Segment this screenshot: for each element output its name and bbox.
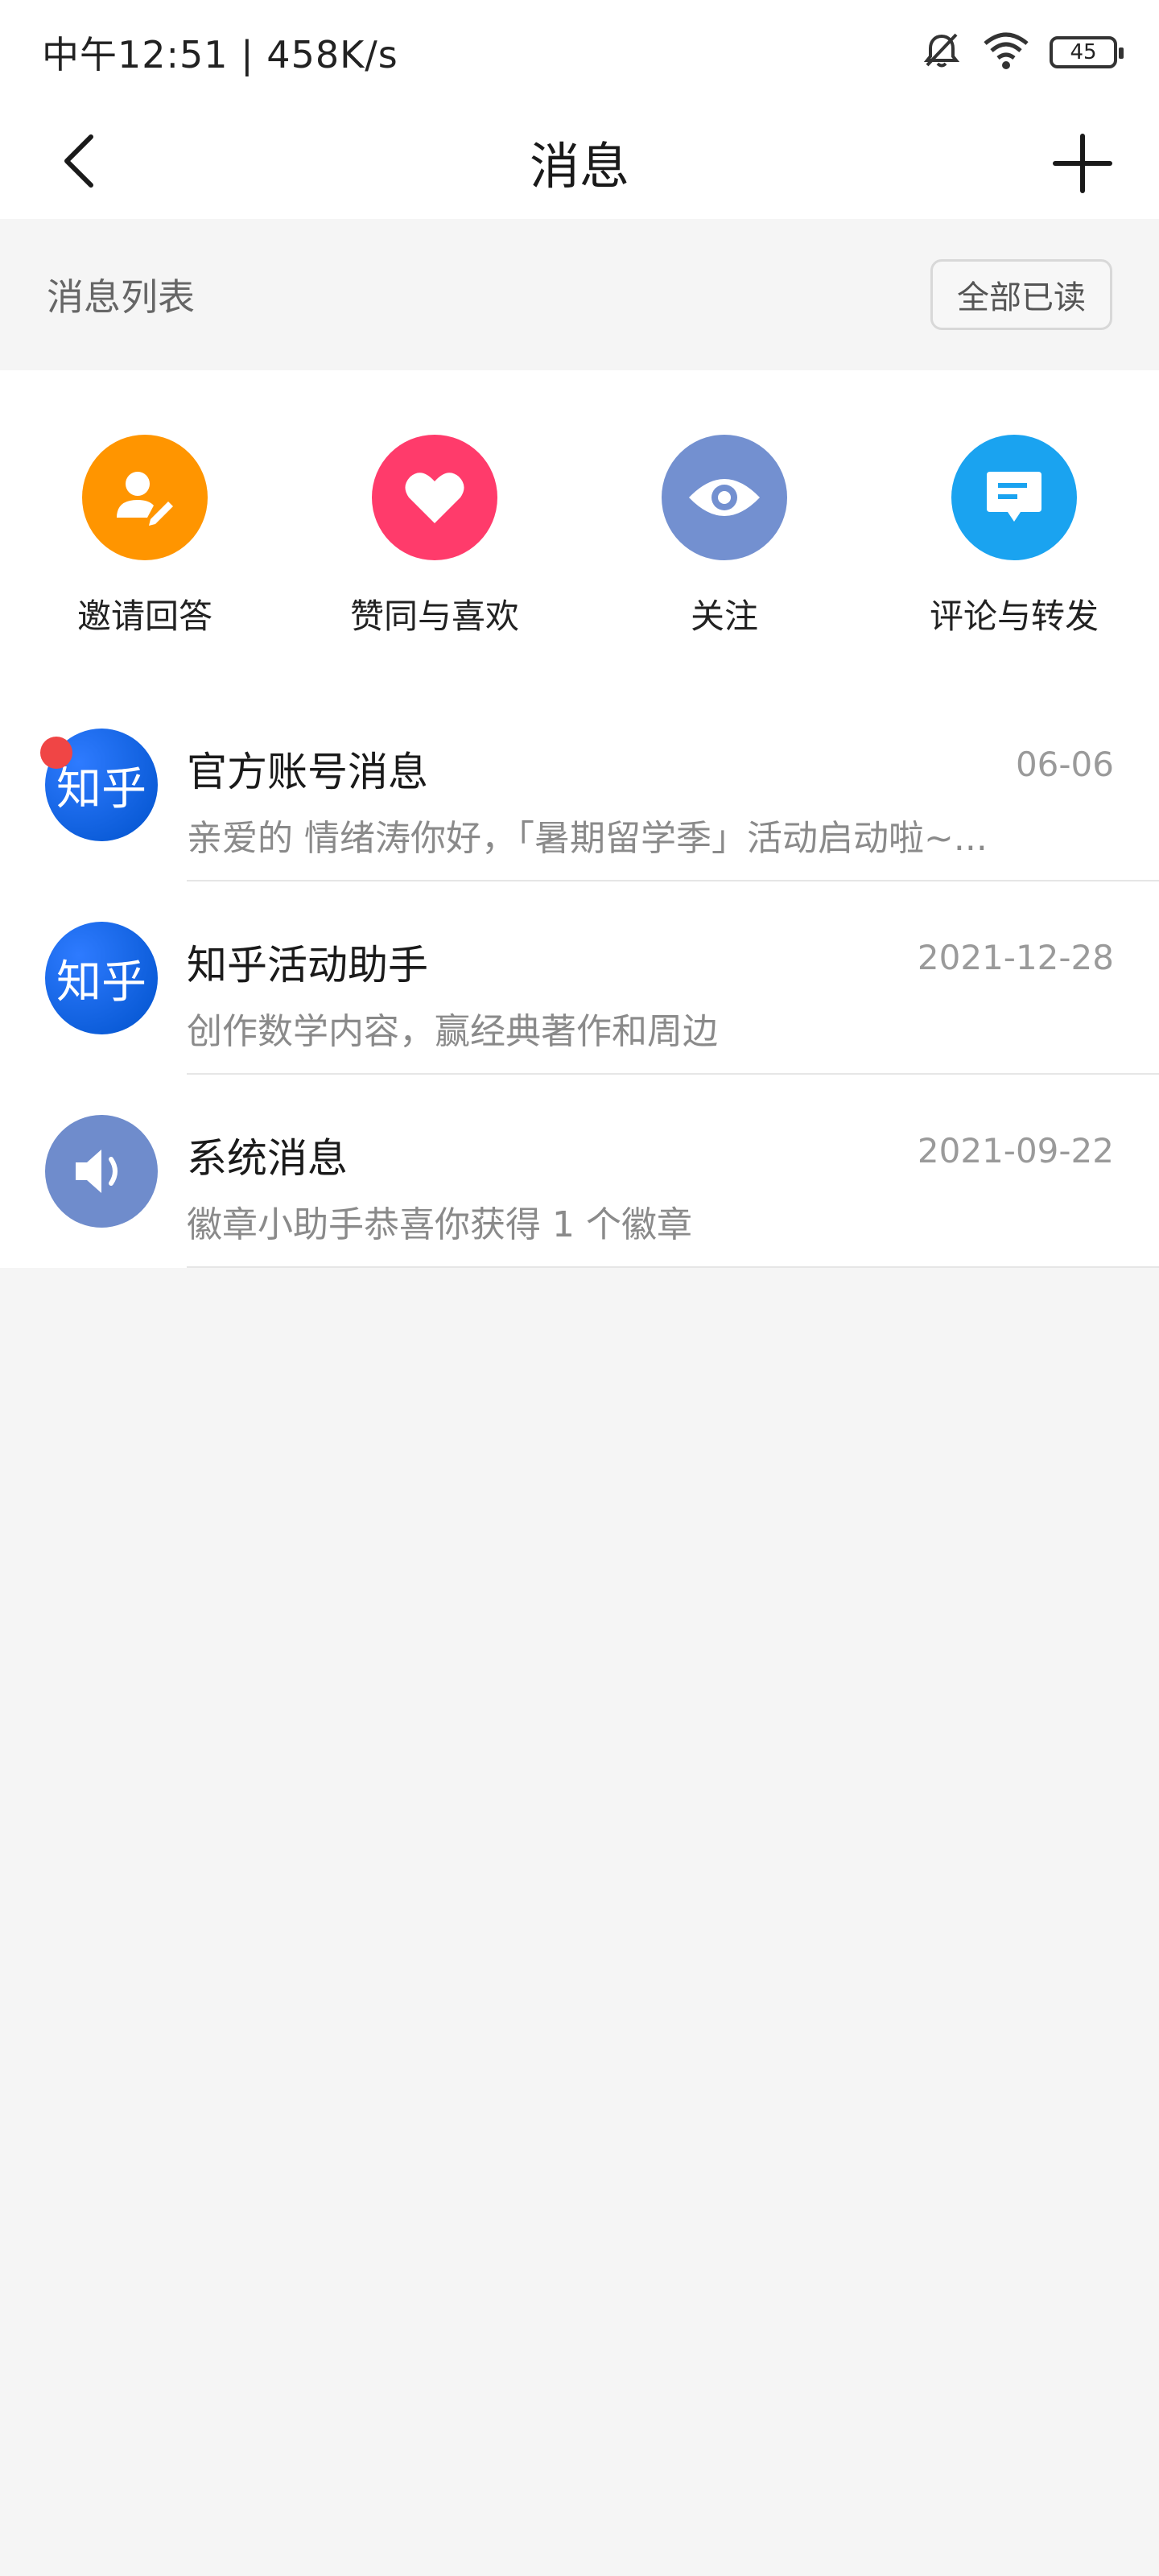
add-button[interactable] xyxy=(1046,127,1119,200)
battery-icon: 45 xyxy=(1050,36,1124,68)
category-label: 邀请回答 xyxy=(76,597,212,636)
message-preview: 亲爱的 情绪涛你好，「暑期留学季」活动启动啦~... xyxy=(187,818,988,859)
invite-answer-icon xyxy=(82,435,208,560)
messages-page: 中午12:51 | 458K/s 45 消息 消息列表 全部已读 邀请回答 赞同… xyxy=(0,0,1159,2576)
status-icons: 45 xyxy=(921,30,1124,75)
page-title: 消息 xyxy=(529,137,629,196)
status-bar: 中午12:51 | 458K/s 45 xyxy=(0,0,1159,105)
divider xyxy=(187,1266,1159,1268)
avatar xyxy=(45,1115,158,1228)
message-list: 知乎 官方账号消息 06-06 亲爱的 情绪涛你好，「暑期留学季」活动启动啦~.… xyxy=(0,688,1159,1268)
eye-icon xyxy=(662,435,787,560)
back-arrow-icon xyxy=(64,134,93,188)
status-time: 中午12:51 | 458K/s xyxy=(42,33,398,76)
speaker-icon xyxy=(76,1150,118,1193)
category-label: 赞同与喜欢 xyxy=(349,597,519,636)
category-follow[interactable]: 关注 xyxy=(604,435,845,638)
message-date: 06-06 xyxy=(1015,745,1114,784)
avatar: 知乎 xyxy=(45,922,158,1034)
category-label: 评论与转发 xyxy=(929,597,1099,636)
category-invite-answer[interactable]: 邀请回答 xyxy=(24,435,266,638)
message-date: 2021-09-22 xyxy=(917,1131,1114,1170)
message-date: 2021-12-28 xyxy=(917,938,1114,977)
battery-level: 45 xyxy=(1070,40,1097,64)
wifi-icon xyxy=(982,31,1030,74)
message-title: 系统消息 xyxy=(187,1135,348,1182)
nav-bar: 消息 xyxy=(0,105,1159,219)
plus-icon xyxy=(1053,134,1112,193)
category-row: 邀请回答 赞同与喜欢 关注 评论与转发 xyxy=(0,370,1159,688)
message-preview: 创作数学内容，赢经典著作和周边 xyxy=(187,1011,718,1052)
list-item[interactable]: 知乎 知乎活动助手 2021-12-28 创作数学内容，赢经典著作和周边 xyxy=(0,881,1159,1075)
message-title: 知乎活动助手 xyxy=(187,942,428,989)
back-button[interactable] xyxy=(48,129,113,193)
list-item[interactable]: 知乎 官方账号消息 06-06 亲爱的 情绪涛你好，「暑期留学季」活动启动啦~.… xyxy=(0,688,1159,881)
bell-off-icon xyxy=(921,30,963,75)
heart-icon xyxy=(372,435,497,560)
list-item[interactable]: 系统消息 2021-09-22 徽章小助手恭喜你获得 1 个徽章 xyxy=(0,1075,1159,1268)
comment-icon xyxy=(951,435,1077,560)
zhihu-logo: 知乎 xyxy=(56,762,146,815)
category-likes[interactable]: 赞同与喜欢 xyxy=(314,435,555,638)
mark-all-read-button[interactable]: 全部已读 xyxy=(930,259,1112,330)
unread-dot xyxy=(40,737,72,769)
message-list-header: 消息列表 全部已读 xyxy=(0,219,1159,370)
category-label: 关注 xyxy=(690,597,758,636)
message-preview: 徽章小助手恭喜你获得 1 个徽章 xyxy=(187,1204,692,1245)
message-title: 官方账号消息 xyxy=(187,749,428,795)
category-comments[interactable]: 评论与转发 xyxy=(893,435,1135,638)
section-title: 消息列表 xyxy=(47,275,195,319)
zhihu-logo: 知乎 xyxy=(56,956,146,1009)
